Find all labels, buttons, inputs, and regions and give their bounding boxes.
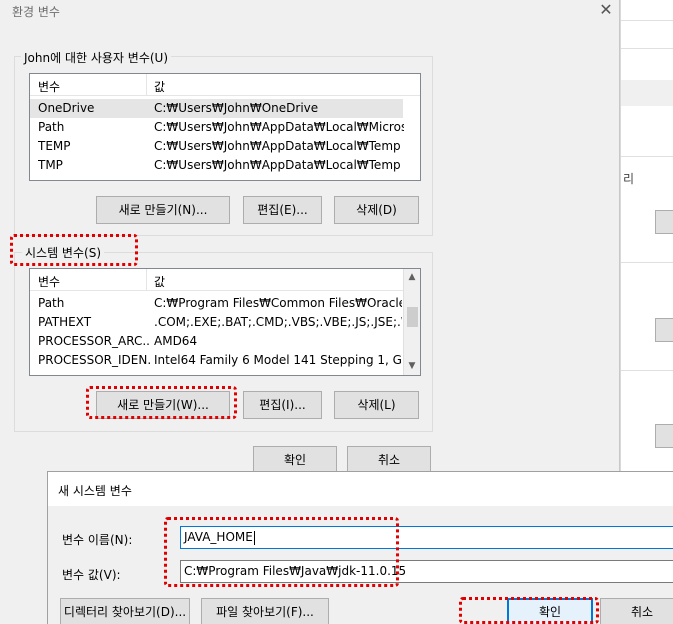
scroll-up-icon[interactable]: ▲ <box>404 269 420 286</box>
vertical-scrollbar[interactable]: ▲ ▼ <box>403 269 420 375</box>
variable-name-label: 변수 이름(N): <box>62 533 133 547</box>
system-variables-label: 시스템 변수(S) <box>22 244 104 261</box>
system-variables-list[interactable]: 변수 값 Path C:₩Program Files₩Common Files₩… <box>29 268 421 376</box>
table-row[interactable]: PATHEXT .COM;.EXE;.BAT;.CMD;.VBS;.VBE;.J… <box>30 313 404 332</box>
column-header-variable[interactable]: 변수 <box>38 78 60 95</box>
table-row[interactable]: OneDrive C:₩Users₩John₩OneDrive <box>30 99 403 118</box>
system-delete-button[interactable]: 삭제(L) <box>334 391 419 419</box>
variable-value-label: 변수 값(V): <box>62 568 121 582</box>
table-row[interactable]: PROCESSOR_IDEN... Intel64 Family 6 Model… <box>30 351 404 370</box>
dialog-title: 환경 변수 <box>12 5 60 19</box>
table-row[interactable]: Path C:₩Program Files₩Common Files₩Oracl… <box>30 294 404 313</box>
new-var-ok-button[interactable]: 확인 <box>507 598 593 624</box>
column-header-value[interactable]: 값 <box>154 78 165 95</box>
ok-button[interactable]: 확인 <box>253 446 337 474</box>
background-button[interactable] <box>655 318 673 342</box>
background-button[interactable] <box>655 210 673 234</box>
table-row[interactable]: TMP C:₩Users₩John₩AppData₩Local₩Temp <box>30 156 420 175</box>
system-new-button[interactable]: 새로 만들기(W)... <box>96 391 230 419</box>
user-variables-list[interactable]: 변수 값 OneDrive C:₩Users₩John₩OneDrive Pat… <box>29 73 421 181</box>
background-partial-text: 리 <box>623 172 635 186</box>
new-system-variable-dialog: 새 시스템 변수 변수 이름(N): JAVA_HOME 변수 값(V): C:… <box>47 471 673 624</box>
column-header-value[interactable]: 값 <box>154 273 165 290</box>
user-edit-button[interactable]: 편집(E)... <box>243 196 322 224</box>
dialog-title: 새 시스템 변수 <box>58 484 132 498</box>
variable-value-input[interactable]: C:₩Program Files₩Java₩jdk-11.0.15 <box>180 560 673 583</box>
text-caret <box>253 530 255 545</box>
browse-file-button[interactable]: 파일 찾아보기(F)... <box>201 598 329 624</box>
user-variables-label: John에 대한 사용자 변수(U) <box>21 49 172 66</box>
user-new-button[interactable]: 새로 만들기(N)... <box>96 196 230 224</box>
variable-value-text: C:₩Program Files₩Java₩jdk-11.0.15 <box>184 564 407 578</box>
table-row[interactable]: TEMP C:₩Users₩John₩AppData₩Local₩Temp <box>30 137 420 156</box>
variable-name-input[interactable]: JAVA_HOME <box>180 526 673 549</box>
new-var-cancel-button[interactable]: 취소 <box>600 598 673 624</box>
variable-name-value: JAVA_HOME <box>184 530 253 544</box>
dialog-titlebar: 새 시스템 변수 <box>48 472 673 506</box>
list-header: 변수 값 <box>30 269 420 291</box>
scroll-down-icon[interactable]: ▼ <box>404 358 420 375</box>
table-row[interactable]: Path C:₩Users₩John₩AppData₩Local₩Microso… <box>30 118 420 137</box>
table-row[interactable]: PROCESSOR_ARC... AMD64 <box>30 332 404 351</box>
background-button[interactable] <box>655 424 673 448</box>
system-edit-button[interactable]: 편집(I)... <box>243 391 322 419</box>
user-delete-button[interactable]: 삭제(D) <box>334 196 419 224</box>
browse-directory-button[interactable]: 디렉터리 찾아보기(D)... <box>60 598 190 624</box>
scroll-thumb[interactable] <box>407 307 418 327</box>
cancel-button[interactable]: 취소 <box>347 446 431 474</box>
column-header-variable[interactable]: 변수 <box>38 273 60 290</box>
close-icon[interactable]: ✕ <box>596 0 616 20</box>
list-header: 변수 값 <box>30 74 420 96</box>
